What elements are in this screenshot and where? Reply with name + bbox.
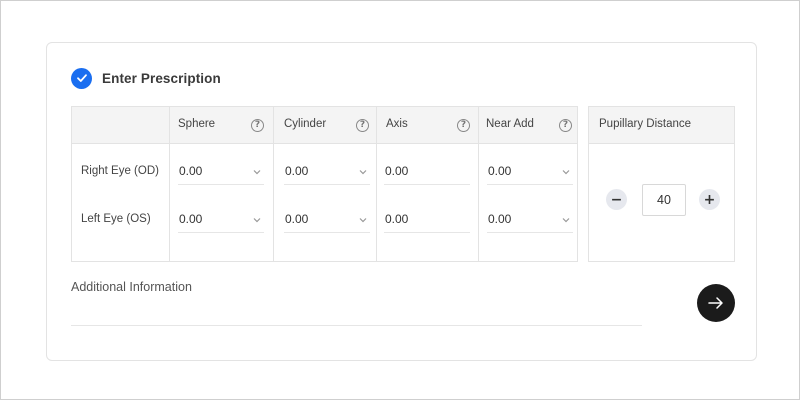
window-frame: Enter Prescription Sphere ? 0.00 0.00 Cy… [0,0,800,400]
chevron-down-icon [562,170,570,175]
chevron-down-icon [562,218,570,223]
axis-left-input[interactable]: 0.00 [384,209,470,233]
column-header-cylinder: Cylinder [284,118,327,130]
chevron-down-icon [359,170,367,175]
prescription-table: Sphere ? 0.00 0.00 Cylinder ? 0.00 0.00 … [71,106,578,262]
sphere-right-select[interactable]: 0.00 [178,161,264,185]
pd-header: Pupillary Distance [589,107,734,144]
column-header-sphere: Sphere [178,118,216,130]
column-sphere: Sphere ? 0.00 0.00 [169,107,273,261]
page-title: Enter Prescription [102,70,221,86]
pd-increment-button[interactable]: + [699,189,720,210]
arrow-right-icon [708,297,723,309]
column-axis: Axis ? 0.00 0.00 [376,107,478,261]
column-cylinder: Cylinder ? 0.00 0.00 [273,107,376,261]
cylinder-left-select[interactable]: 0.00 [284,209,370,233]
check-circle-icon [71,67,92,89]
near-add-left-select[interactable]: 0.00 [487,209,573,233]
row-label-right-eye: Right Eye (OD) [81,165,159,177]
chevron-down-icon [359,218,367,223]
prescription-card: Enter Prescription Sphere ? 0.00 0.00 Cy… [46,42,757,361]
submit-button[interactable] [697,284,735,322]
row-label-left-eye: Left Eye (OS) [81,213,151,225]
near-add-right-select[interactable]: 0.00 [487,161,573,185]
help-icon[interactable]: ? [356,119,369,132]
chevron-down-icon [253,218,261,223]
pd-input[interactable] [642,184,686,216]
column-near-add: Near Add ? 0.00 0.00 [478,107,578,261]
column-header-near-add: Near Add [486,118,534,130]
column-header-axis: Axis [386,118,408,130]
help-icon[interactable]: ? [457,119,470,132]
pupillary-distance-box: Pupillary Distance − + [588,106,735,262]
additional-info-label: Additional Information [71,280,192,294]
additional-info-input[interactable] [71,325,642,326]
help-icon[interactable]: ? [559,119,572,132]
help-icon[interactable]: ? [251,119,264,132]
sphere-left-select[interactable]: 0.00 [178,209,264,233]
chevron-down-icon [253,170,261,175]
cylinder-right-select[interactable]: 0.00 [284,161,370,185]
pd-decrement-button[interactable]: − [606,189,627,210]
axis-right-input[interactable]: 0.00 [384,161,470,185]
pd-label: Pupillary Distance [599,118,692,130]
card-header: Enter Prescription [71,67,221,89]
